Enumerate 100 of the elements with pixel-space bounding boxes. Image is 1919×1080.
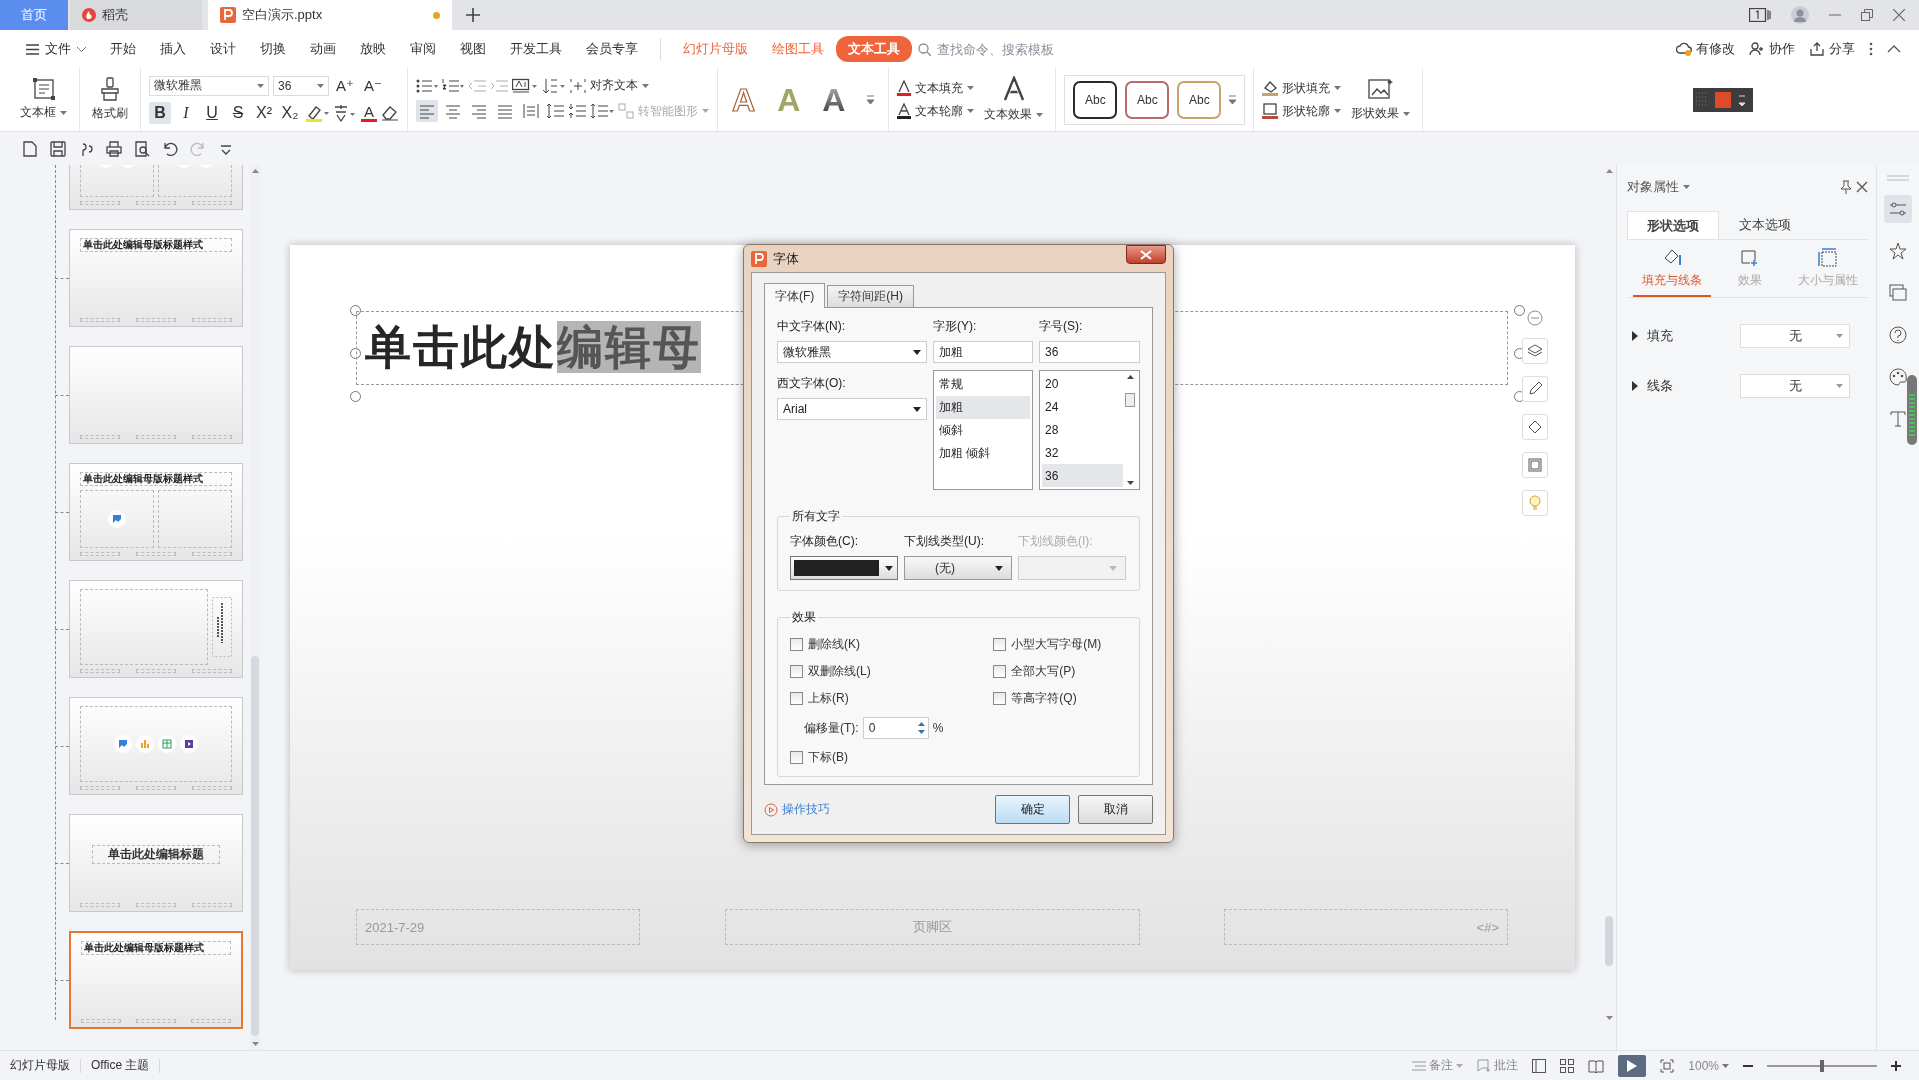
ribbon-button[interactable]: 形状效果 xyxy=(1347,73,1415,126)
slide-thumbnail[interactable]: 单击此处编辑标题 xyxy=(69,814,243,912)
scroll-thumb[interactable] xyxy=(1125,393,1135,407)
list-option[interactable]: 24 xyxy=(1042,395,1123,419)
shape-style[interactable]: Abc xyxy=(1073,80,1118,119)
new-document-icon[interactable] xyxy=(22,140,38,157)
format-button[interactable]: X₂ xyxy=(279,101,301,124)
fit-window-icon[interactable] xyxy=(1660,1058,1675,1073)
format-button[interactable]: X² xyxy=(253,101,275,124)
number-spinner[interactable]: 0 xyxy=(862,717,929,739)
input-method-toolbar-icon[interactable] xyxy=(1693,87,1754,112)
checkbox[interactable] xyxy=(993,638,1007,651)
pin-icon[interactable] xyxy=(1840,180,1852,194)
eraser-icon[interactable] xyxy=(381,104,399,121)
shrink-font-button[interactable]: A⁻ xyxy=(360,76,385,95)
help-icon[interactable] xyxy=(1889,326,1907,344)
font-size-dropdown[interactable]: 36 xyxy=(273,75,329,96)
list-option[interactable]: 加粗 xyxy=(936,396,1030,419)
more-styles-icon[interactable] xyxy=(1229,93,1237,106)
undo-icon[interactable] xyxy=(162,140,178,157)
slider-thumb[interactable] xyxy=(1820,1059,1824,1072)
text-fill-button[interactable]: 文本填充 xyxy=(897,79,975,97)
checkbox[interactable] xyxy=(790,692,803,705)
slide-thumbnail[interactable]: 单击此处编辑母版标题样式 xyxy=(69,931,243,1029)
section-toggle[interactable]: 填充 xyxy=(1631,327,1740,345)
menu-tab[interactable]: 动画 xyxy=(298,36,348,62)
text-direction-icon[interactable] xyxy=(512,77,538,94)
color-dropdown[interactable] xyxy=(790,556,898,580)
line-spacing-sort-icon[interactable] xyxy=(542,77,566,94)
spacing-options-icon[interactable] xyxy=(590,103,614,119)
menu-tab[interactable]: 开始 xyxy=(98,36,148,62)
close-icon[interactable] xyxy=(1893,9,1905,21)
save-icon[interactable] xyxy=(50,140,66,157)
slide-tool-button[interactable] xyxy=(1522,414,1548,440)
font-dropdown[interactable]: Arial xyxy=(777,398,927,420)
tips-link[interactable]: 操作技巧 xyxy=(764,801,830,818)
list-option[interactable]: 20 xyxy=(1042,373,1123,396)
dialog-tab[interactable]: 字体(F) xyxy=(764,283,826,308)
font-dropdown[interactable]: 微软雅黑 xyxy=(777,341,927,363)
ribbon-button[interactable]: 文本框 xyxy=(16,74,71,125)
phonetic-guide-icon[interactable] xyxy=(333,103,357,122)
menu-tab[interactable]: 切换 xyxy=(248,36,298,62)
toolbar-button[interactable]: 有修改 xyxy=(1676,40,1735,58)
shape-outline-button[interactable]: 形状轮廓 xyxy=(1262,102,1342,120)
list-option[interactable]: 常规 xyxy=(936,373,1030,396)
star-icon[interactable] xyxy=(1889,242,1907,260)
shape-fill-button[interactable]: 形状填充 xyxy=(1262,79,1342,97)
reading-view-icon[interactable] xyxy=(1588,1058,1605,1073)
ribbon-button[interactable]: 文本效果 xyxy=(980,72,1048,127)
ribbon-button[interactable]: 格式刷 xyxy=(88,73,132,126)
print-preview-icon[interactable] xyxy=(134,140,150,157)
search-field[interactable]: 查找命令、搜索模板 xyxy=(918,40,1085,58)
list-option[interactable]: 倾斜 xyxy=(936,419,1030,442)
zoom-out-icon[interactable] xyxy=(1743,1064,1753,1067)
line-spacing-icon[interactable] xyxy=(546,103,564,119)
panel-tab[interactable]: 文本选项 xyxy=(1719,211,1811,239)
menu-tab[interactable]: 审阅 xyxy=(398,36,448,62)
shape-style[interactable]: Abc xyxy=(1177,80,1222,119)
close-button[interactable] xyxy=(1126,245,1166,264)
normal-view-icon[interactable] xyxy=(1532,1058,1547,1073)
resize-handle[interactable] xyxy=(350,391,361,402)
more-icon[interactable] xyxy=(1869,42,1873,56)
menu-tab[interactable]: 设计 xyxy=(198,36,248,62)
grow-font-button[interactable]: A⁺ xyxy=(333,76,357,95)
scrollbar[interactable] xyxy=(1123,373,1137,487)
grid-view-icon[interactable] xyxy=(1560,1058,1575,1073)
palette-icon[interactable] xyxy=(1889,368,1907,386)
slide-tool-button[interactable] xyxy=(1522,376,1548,402)
format-button[interactable]: U xyxy=(201,101,223,124)
input-field[interactable]: 36 xyxy=(1039,341,1140,363)
underline-dropdown[interactable]: (无) xyxy=(904,556,1012,580)
adjust-icon[interactable] xyxy=(1889,200,1907,218)
menu-tab[interactable]: 放映 xyxy=(348,36,398,62)
align-left-button[interactable] xyxy=(416,100,438,122)
slide-tool-button[interactable] xyxy=(1522,338,1548,364)
resize-handle[interactable] xyxy=(350,305,361,316)
tab[interactable]: 稻壳 xyxy=(70,0,202,30)
slides-icon[interactable] xyxy=(1889,284,1907,302)
menu-tab[interactable]: 会员专享 xyxy=(574,36,650,62)
text-outline-button[interactable]: 文本轮廓 xyxy=(897,102,975,120)
resize-handle[interactable] xyxy=(1514,305,1525,316)
slide-thumbnail[interactable] xyxy=(69,580,243,678)
list-option[interactable]: 36 xyxy=(1042,464,1123,487)
list-option[interactable]: 28 xyxy=(1042,418,1123,442)
slide-thumbnail[interactable]: 单击此处编辑母版标题样式 xyxy=(69,463,243,561)
collapse-ribbon-icon[interactable] xyxy=(1887,45,1901,53)
print-icon[interactable] xyxy=(106,140,122,157)
numbered-list-icon[interactable] xyxy=(442,77,464,94)
panel-title-dropdown[interactable]: 对象属性 xyxy=(1627,178,1690,196)
menu-tab[interactable]: 文件 xyxy=(14,36,98,62)
slide-thumbnail[interactable] xyxy=(69,346,243,444)
dialog-tab[interactable]: 字符间距(H) xyxy=(827,285,914,307)
scroll-thumb[interactable] xyxy=(1605,916,1613,966)
tab[interactable]: 空白演示.pptx xyxy=(208,0,452,30)
new-tab-icon[interactable] xyxy=(466,8,480,22)
play-button[interactable] xyxy=(1618,1054,1647,1077)
ok-button[interactable]: 确定 xyxy=(995,795,1070,824)
avatar-icon[interactable] xyxy=(1791,6,1809,24)
format-button[interactable]: S xyxy=(227,101,249,124)
close-icon[interactable] xyxy=(1856,181,1868,193)
